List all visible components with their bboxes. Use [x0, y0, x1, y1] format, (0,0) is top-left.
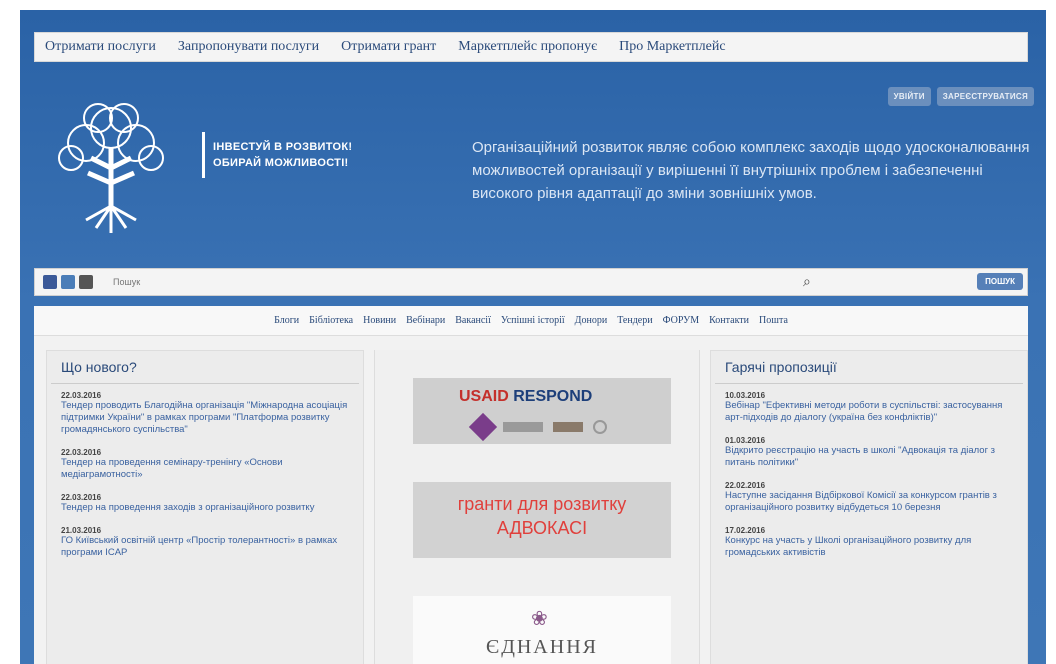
youtube-icon[interactable]: [79, 275, 93, 289]
respond-word: RESPOND: [513, 388, 593, 405]
news-date: 21.03.2016: [61, 526, 102, 535]
top-navigation: Отримати послуги Запропонувати послуги О…: [34, 32, 1028, 62]
slogan-line-2: ОБИРАЙ МОЖЛИВОСТІ!: [213, 157, 349, 169]
search-button[interactable]: ПОШУК: [977, 273, 1023, 290]
main-content: Що нового? 22.03.2016 Тендер проводить Б…: [34, 336, 1028, 664]
subnav-library[interactable]: Бібліотека: [309, 315, 353, 326]
twitter-icon[interactable]: [61, 275, 75, 289]
subnav-blogs[interactable]: Блоги: [274, 315, 299, 326]
nav-marketplace-offers[interactable]: Маркетплейс пропонує: [458, 39, 597, 55]
subnav-contacts[interactable]: Контакти: [709, 315, 749, 326]
tree-logo-icon[interactable]: [46, 88, 176, 238]
news-link[interactable]: Тендер проводить Благодійна організація …: [61, 400, 349, 436]
search-input[interactable]: [113, 277, 1027, 287]
offer-link[interactable]: Відкрито реєстрацію на участь в школі "А…: [725, 445, 1013, 469]
page-frame: Отримати послуги Запропонувати послуги О…: [20, 10, 1046, 664]
offers-heading: Гарячі пропозиції: [715, 351, 1023, 384]
offer-date: 10.03.2016: [725, 391, 766, 400]
nav-about-marketplace[interactable]: Про Маркетплейс: [619, 39, 725, 55]
list-item[interactable]: 22.03.2016 Тендер на проведення семінару…: [47, 441, 363, 486]
ednannya-banner[interactable]: ❀ ЄДНАННЯ: [413, 596, 671, 664]
advocacy-banner-text: гранти для розвитку АДВОКАСІ: [413, 492, 671, 540]
offer-link[interactable]: Вебінар "Ефективні методи роботи в суспі…: [725, 400, 1013, 424]
list-item[interactable]: 01.03.2016 Відкрито реєстрацію на участь…: [711, 429, 1027, 474]
nav-get-services[interactable]: Отримати послуги: [45, 39, 156, 55]
offer-link[interactable]: Наступне засідання Відбіркової Комісії з…: [725, 490, 1013, 514]
offer-date: 17.02.2016: [725, 526, 766, 535]
secondary-navigation: Блоги Бібліотека Новини Вебінари Вакансі…: [34, 306, 1028, 336]
subnav-webinars[interactable]: Вебінари: [406, 315, 445, 326]
subnav-vacancies[interactable]: Вакансії: [455, 315, 491, 326]
list-item[interactable]: 22.03.2016 Тендер на проведення заходів …: [47, 486, 363, 519]
facebook-icon[interactable]: [43, 275, 57, 289]
news-link[interactable]: Тендер на проведення семінару-тренінгу «…: [61, 457, 349, 481]
subnav-donors[interactable]: Донори: [575, 315, 608, 326]
list-item[interactable]: 17.02.2016 Конкурс на участь у Школі орг…: [711, 519, 1027, 564]
advocacy-grants-banner[interactable]: гранти для розвитку АДВОКАСІ: [413, 482, 671, 558]
login-button[interactable]: УВІЙТИ: [887, 87, 931, 106]
offer-date: 01.03.2016: [725, 436, 766, 445]
nav-offer-services[interactable]: Запропонувати послуги: [178, 39, 319, 55]
usaid-word: USAID: [459, 388, 509, 405]
advocacy-line-2: АДВОКАСІ: [496, 518, 588, 538]
list-item[interactable]: 21.03.2016 ГО Київський освітній центр «…: [47, 519, 363, 564]
subnav-news[interactable]: Новини: [363, 315, 396, 326]
flower-icon: ❀: [531, 608, 548, 630]
subnav-forum[interactable]: ФОРУМ: [663, 315, 700, 326]
search-icon[interactable]: ⌕: [803, 273, 811, 290]
subnav-mail[interactable]: Пошта: [759, 315, 788, 326]
list-item[interactable]: 22.03.2016 Тендер проводить Благодійна о…: [47, 384, 363, 441]
nav-get-grant[interactable]: Отримати грант: [341, 39, 436, 55]
slogan: ІНВЕСТУЙ В РОЗВИТОК! ОБИРАЙ МОЖЛИВОСТІ!: [202, 132, 352, 178]
news-link[interactable]: ГО Київський освітній центр «Простір тол…: [61, 535, 349, 559]
usaid-respond-banner[interactable]: USAID RESPOND: [413, 378, 671, 444]
news-column: Що нового? 22.03.2016 Тендер проводить Б…: [46, 350, 364, 664]
offers-column: Гарячі пропозиції 10.03.2016 Вебінар "Еф…: [710, 350, 1028, 664]
partner-logos-icon: [468, 412, 613, 442]
list-item[interactable]: 22.02.2016 Наступне засідання Відбірково…: [711, 474, 1027, 519]
search-bar: ⌕ ПОШУК: [34, 268, 1028, 296]
subnav-tenders[interactable]: Тендери: [617, 315, 652, 326]
news-link[interactable]: Тендер на проведення заходів з організац…: [61, 502, 349, 514]
usaid-logo: USAID RESPOND: [459, 388, 592, 406]
list-item[interactable]: 10.03.2016 Вебінар "Ефективні методи роб…: [711, 384, 1027, 429]
auth-buttons: УВІЙТИ ЗАРЕЄСТРУВАТИСЯ: [887, 87, 1034, 106]
news-date: 22.03.2016: [61, 391, 102, 400]
ednannya-title: ЄДНАННЯ: [486, 636, 598, 658]
offer-date: 22.02.2016: [725, 481, 766, 490]
offer-link[interactable]: Конкурс на участь у Школі організаційног…: [725, 535, 1013, 559]
banners-column: USAID RESPOND гранти для розвитку АДВОКА…: [374, 350, 700, 664]
news-date: 22.03.2016: [61, 448, 102, 457]
subnav-success-stories[interactable]: Успішні історії: [501, 315, 565, 326]
lead-text: Організаційний розвиток являє собою комп…: [472, 139, 1030, 202]
news-heading: Що нового?: [51, 351, 359, 384]
news-date: 22.03.2016: [61, 493, 102, 502]
advocacy-line-1: гранти для розвитку: [457, 494, 627, 514]
slogan-line-1: ІНВЕСТУЙ В РОЗВИТОК!: [213, 141, 353, 153]
register-button[interactable]: ЗАРЕЄСТРУВАТИСЯ: [936, 87, 1034, 106]
